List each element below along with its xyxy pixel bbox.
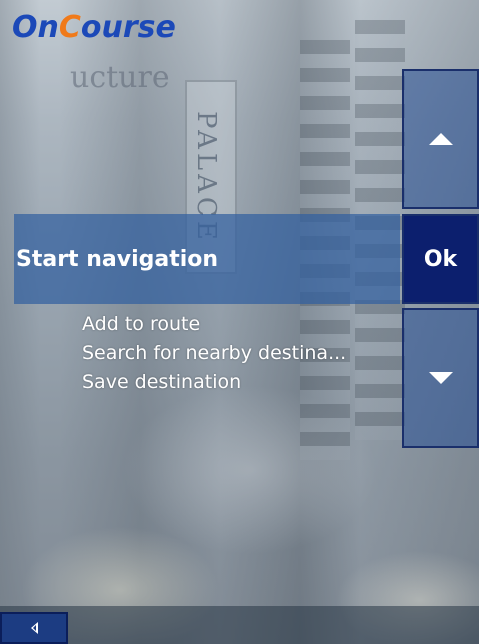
menu-list: Add to route Search for nearby destina..… xyxy=(82,310,402,397)
menu-item-save-destination[interactable]: Save destination xyxy=(82,368,402,397)
bottom-bar xyxy=(0,606,479,644)
selected-menu-item-label: Start navigation xyxy=(16,246,219,272)
scroll-up-button[interactable] xyxy=(402,69,479,209)
app-logo: OnCourse xyxy=(12,10,176,45)
scroll-down-button[interactable] xyxy=(402,308,479,448)
ok-button[interactable]: Ok xyxy=(402,214,479,304)
logo-rest: ourse xyxy=(80,10,176,45)
logo-on: On xyxy=(12,10,59,45)
menu-item-search-nearby[interactable]: Search for nearby destina... xyxy=(82,339,402,368)
triangle-up-icon xyxy=(428,133,453,145)
selected-menu-item[interactable]: Start navigation xyxy=(14,214,400,304)
logo-c: C xyxy=(58,10,81,45)
back-arrow-icon xyxy=(30,622,38,634)
menu-item-add-to-route[interactable]: Add to route xyxy=(82,310,402,339)
triangle-down-icon xyxy=(428,372,453,384)
back-button[interactable] xyxy=(0,612,68,644)
